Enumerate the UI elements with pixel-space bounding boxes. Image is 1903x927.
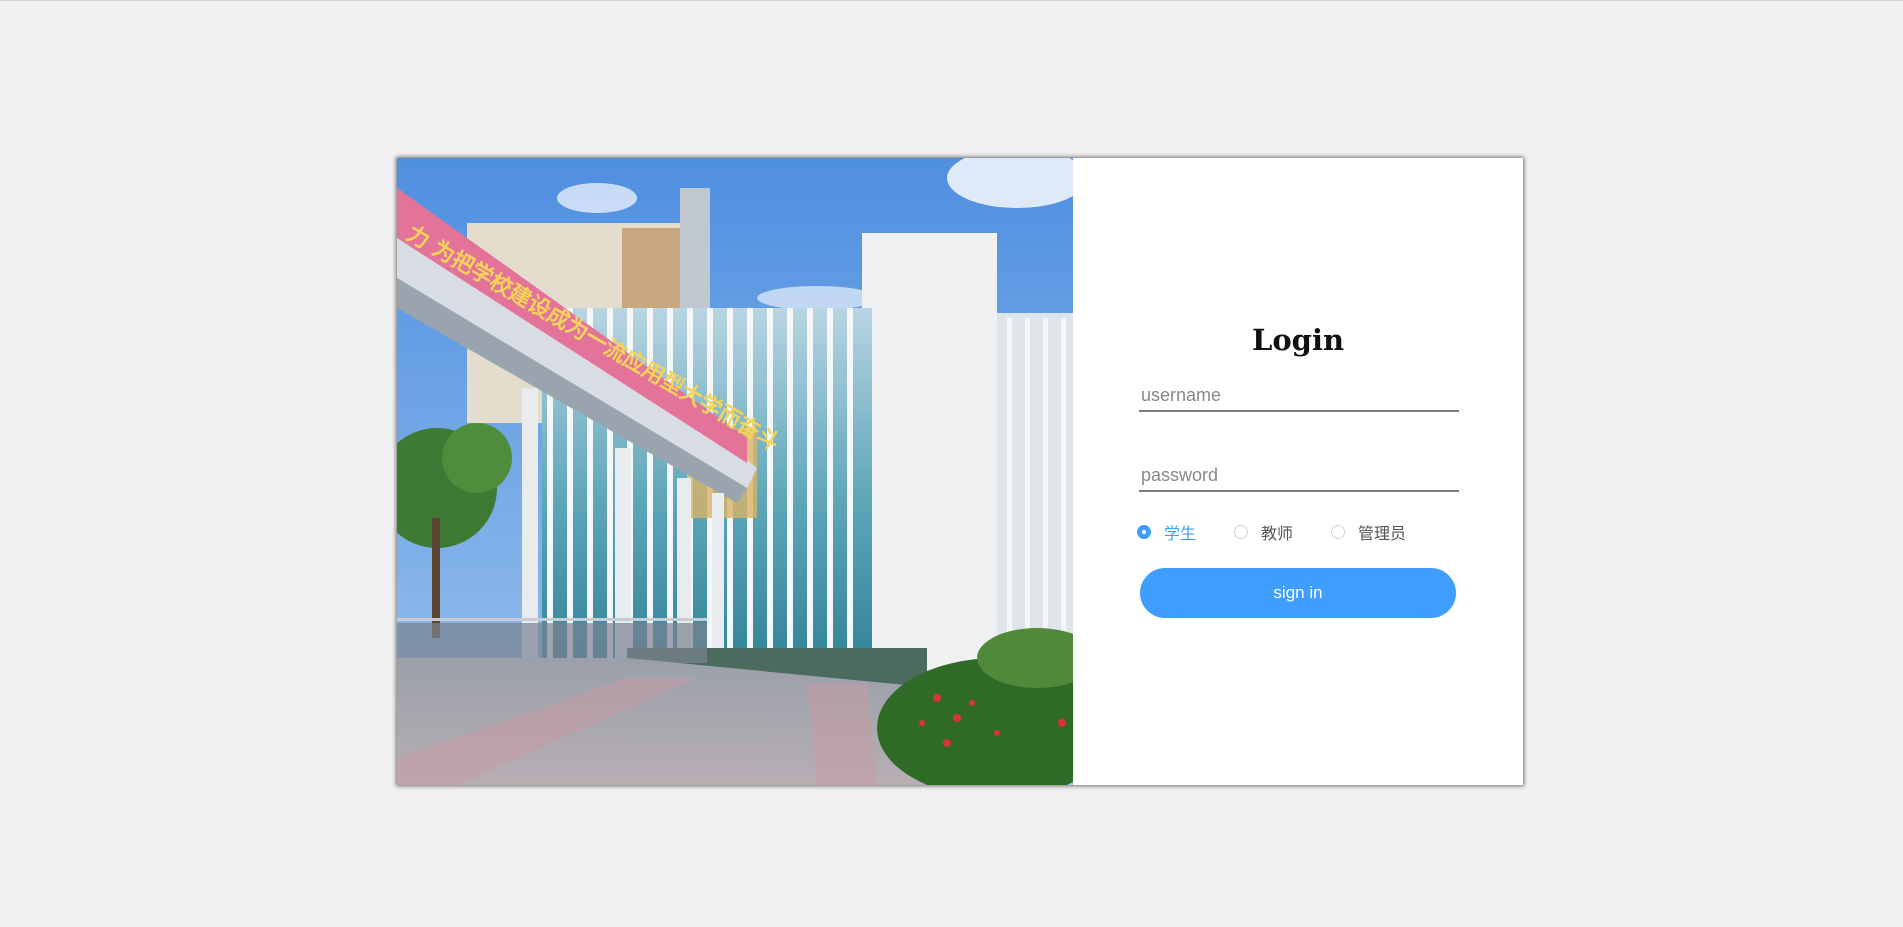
radio-checked-icon[interactable] bbox=[1137, 525, 1151, 539]
radio-unchecked-icon[interactable] bbox=[1234, 525, 1249, 539]
campus-photo: 力 为把学校建设成为一流应用型大学而奋斗 bbox=[397, 158, 1073, 785]
role-label-student[interactable]: 学生 bbox=[1164, 520, 1196, 544]
role-radio-student[interactable]: 学生 bbox=[1137, 520, 1196, 544]
login-card: 力 为把学校建设成为一流应用型大学而奋斗 Login username 学生 教… bbox=[397, 158, 1523, 785]
password-input[interactable] bbox=[1139, 460, 1459, 492]
role-radio-group: 学生 教师 管理员 bbox=[1137, 520, 1444, 544]
role-label-admin[interactable]: 管理员 bbox=[1358, 520, 1406, 544]
sign-in-button[interactable]: sign in bbox=[1140, 568, 1456, 618]
login-panel: Login 学生 教师 管理员 sign in bbox=[1073, 158, 1523, 785]
role-radio-admin[interactable]: 管理员 bbox=[1331, 520, 1406, 544]
top-border bbox=[0, 0, 1903, 1]
login-title: Login bbox=[1251, 323, 1345, 357]
radio-unchecked-icon[interactable] bbox=[1331, 525, 1346, 539]
role-label-teacher[interactable]: 教师 bbox=[1261, 520, 1293, 544]
username-input[interactable] bbox=[1139, 380, 1459, 412]
role-radio-teacher[interactable]: 教师 bbox=[1234, 520, 1293, 544]
